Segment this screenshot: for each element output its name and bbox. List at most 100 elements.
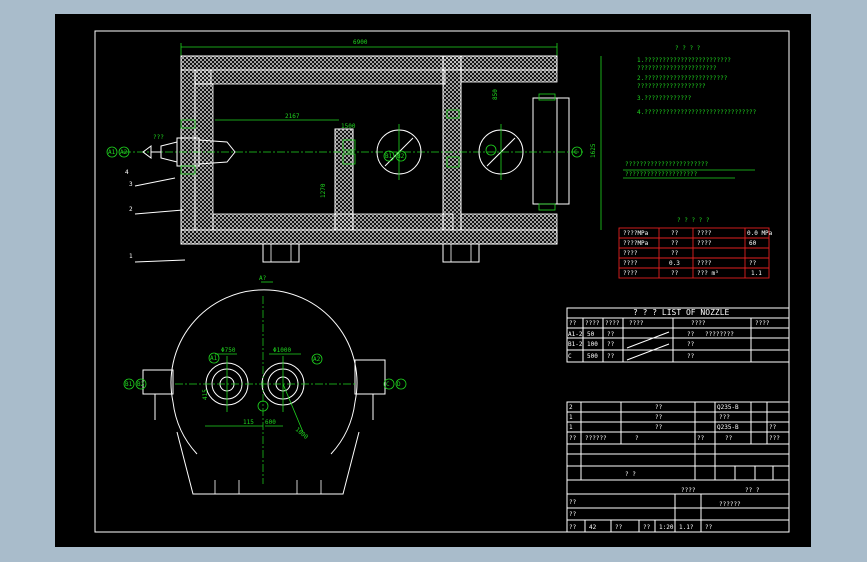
svg-text:??: ??	[687, 341, 695, 348]
svg-text:3: 3	[129, 181, 133, 188]
top-wall	[180, 55, 558, 71]
svg-text:??: ??	[769, 424, 777, 431]
svg-text:C: C	[386, 381, 390, 388]
svg-text:D: D	[397, 381, 401, 388]
svg-text:1500: 1500	[341, 123, 356, 130]
svg-text:??: ??	[671, 230, 679, 237]
title-block: 2 ?? Q235-B 1 ?? ??? 1 ?? Q235-B ?? ?? ?…	[566, 401, 790, 533]
svg-text:1000: 1000	[294, 426, 310, 441]
svg-text:??: ??	[655, 414, 663, 421]
svg-text:??: ??	[607, 353, 615, 360]
svg-text:A2: A2	[120, 149, 128, 156]
svg-text:2.???????????????????????: 2.???????????????????????	[637, 75, 728, 82]
svg-text:???????????????????: ???????????????????	[637, 83, 706, 90]
nozzle-table: ? ? ? LIST OF NOZZLE ?? ???? ???? ???? ?…	[566, 307, 790, 363]
svg-text:???: ???	[153, 134, 164, 141]
svg-text:????: ????	[681, 487, 696, 494]
svg-text:3.?????????????: 3.?????????????	[637, 95, 692, 102]
svg-text:????: ????	[697, 240, 712, 247]
svg-text:1.1: 1.1	[751, 270, 762, 277]
svg-text:??: ??	[655, 404, 663, 411]
svg-text:A?: A?	[259, 275, 267, 282]
svg-text:? ? ? ? ?: ? ? ? ? ?	[677, 217, 710, 224]
svg-text:??: ??	[697, 435, 705, 442]
svg-text:?: ?	[635, 435, 639, 442]
svg-text:0.3: 0.3	[669, 260, 680, 267]
support-right	[442, 243, 480, 263]
svg-text:?? ?: ?? ?	[745, 487, 760, 494]
svg-text:? ?: ? ?	[625, 471, 636, 478]
svg-text:??: ??	[687, 331, 695, 338]
svg-text:??: ??	[749, 260, 757, 267]
svg-text:A2: A2	[313, 356, 321, 363]
svg-text:??? m³: ??? m³	[697, 270, 719, 277]
svg-text:Φ1000: Φ1000	[273, 347, 291, 354]
svg-text:42: 42	[589, 524, 597, 531]
svg-text:A1: A1	[108, 149, 116, 156]
front-view: 6900 A1 A2 B1 B2 C 2167 1500 1270 1625 8…	[106, 39, 602, 263]
svg-text:????: ????	[697, 230, 712, 237]
svg-text:???????????????????????: ???????????????????????	[625, 161, 708, 168]
svg-text:2167: 2167	[285, 113, 300, 120]
svg-text:4: 4	[125, 169, 129, 176]
svg-text:????MPa: ????MPa	[623, 240, 649, 247]
svg-text:B1-2: B1-2	[568, 341, 583, 348]
svg-text:Q235-B: Q235-B	[717, 424, 739, 431]
svg-text:600: 600	[265, 419, 276, 426]
svg-text:??: ??	[569, 499, 577, 506]
svg-text:2: 2	[569, 404, 573, 411]
svg-text:1:20: 1:20	[659, 524, 674, 531]
svg-text:0.0 MPa: 0.0 MPa	[747, 230, 773, 237]
svg-text:B1: B1	[385, 153, 393, 160]
svg-text:??: ??	[607, 331, 615, 338]
svg-text:????: ????	[691, 320, 706, 327]
svg-text:??????: ??????	[719, 501, 741, 508]
svg-text:B2: B2	[137, 381, 145, 388]
svg-text:415: 415	[202, 389, 209, 400]
svg-text:500: 500	[587, 353, 598, 360]
svg-text:???: ???	[769, 435, 780, 442]
svg-text:??: ??	[705, 524, 713, 531]
svg-text:1: 1	[569, 414, 573, 421]
svg-text:B1: B1	[125, 381, 133, 388]
svg-text:60: 60	[749, 240, 757, 247]
bottom-wall	[180, 229, 558, 245]
svg-text:C: C	[568, 353, 572, 360]
svg-text:??: ??	[615, 524, 623, 531]
svg-text:115: 115	[243, 419, 254, 426]
svg-text:??: ??	[569, 435, 577, 442]
svg-text:??????: ??????	[585, 435, 607, 442]
svg-text:2: 2	[129, 206, 133, 213]
svg-text:? ? ? LIST OF NOZZLE: ? ? ? LIST OF NOZZLE	[633, 308, 730, 317]
svg-text:????: ????	[623, 270, 638, 277]
svg-text:????: ????	[585, 320, 600, 327]
svg-text:??: ??	[671, 240, 679, 247]
svg-text:A1: A1	[210, 355, 218, 362]
svg-text:4.????????????????????????????: 4.???????????????????????????????	[637, 109, 757, 116]
svg-text:??: ??	[687, 353, 695, 360]
svg-text:1.1?: 1.1?	[679, 524, 694, 531]
svg-text:850: 850	[492, 89, 499, 100]
baffle	[334, 128, 354, 231]
svg-text:???: ???	[719, 414, 730, 421]
svg-text:100: 100	[587, 341, 598, 348]
svg-text:????: ????	[629, 320, 644, 327]
svg-text:????: ????	[623, 250, 638, 257]
svg-text:1: 1	[569, 424, 573, 431]
svg-text:??: ??	[671, 270, 679, 277]
svg-text:1625: 1625	[590, 143, 597, 158]
svg-text:????: ????	[755, 320, 770, 327]
svg-text:??????????????????????: ??????????????????????	[637, 65, 717, 72]
svg-text:??: ??	[643, 524, 651, 531]
svg-text:????: ????	[623, 260, 638, 267]
svg-text:??: ??	[725, 435, 733, 442]
svg-text:C: C	[574, 149, 578, 156]
svg-text:??: ??	[569, 511, 577, 518]
svg-text:????MPa: ????MPa	[623, 230, 649, 237]
svg-text:B2: B2	[397, 153, 405, 160]
svg-text:50: 50	[587, 331, 595, 338]
svg-text:????????????????????: ????????????????????	[625, 171, 698, 178]
svg-text:Q235-B: Q235-B	[717, 404, 739, 411]
svg-text:A1-2: A1-2	[568, 331, 583, 338]
design-data-table: ? ? ? ? ? ????MPa ?? ???? 0.0 MPa ????MP…	[618, 217, 773, 279]
